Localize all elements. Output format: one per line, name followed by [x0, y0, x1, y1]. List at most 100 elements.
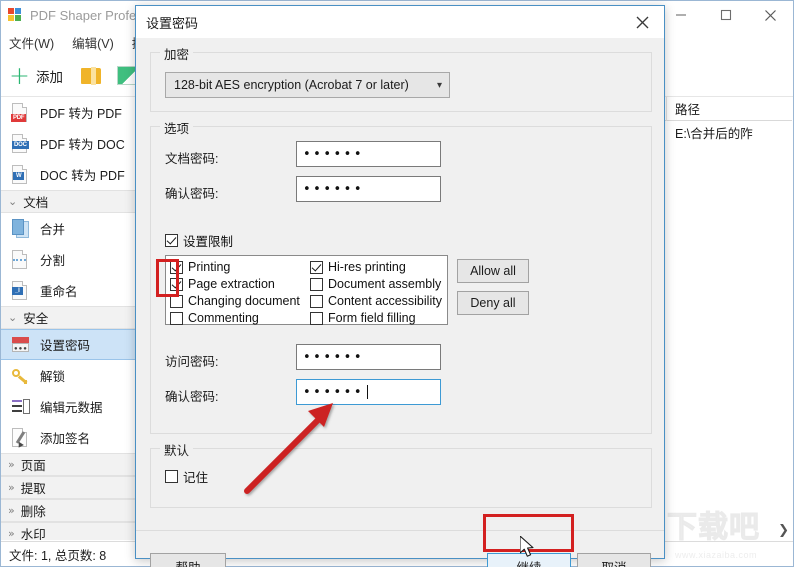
green-doc-icon[interactable] [116, 66, 137, 85]
app-title: PDF Shaper Profe [30, 7, 137, 23]
sidebar-group-label: 提取 [20, 482, 46, 496]
set-restrictions-checkbox[interactable]: 设置限制 [165, 231, 233, 250]
sidebar-item-label: 设置密码 [40, 339, 91, 353]
sidebar-item-label: 编辑元数据 [40, 401, 103, 415]
permission-content-accessibility[interactable]: Content accessibility [310, 294, 442, 308]
remember-checkbox[interactable]: 记住 [165, 467, 208, 486]
text-caret [367, 385, 369, 399]
sidebar-item-unlock[interactable]: 解锁 [1, 360, 140, 391]
sidebar-item-set-password[interactable]: ●●● 设置密码 [1, 329, 140, 360]
continue-button[interactable]: 继续 [487, 553, 571, 567]
checkbox-box [310, 260, 323, 274]
access-confirm-label: 确认密码: [165, 390, 219, 404]
checkbox-box [170, 294, 183, 308]
close-icon[interactable] [748, 1, 793, 29]
sidebar-group-label: 页面 [20, 459, 46, 473]
checkbox-box [310, 277, 323, 291]
sidebar-group-label: 文档 [23, 196, 49, 210]
split-icon [10, 249, 31, 271]
sidebar-group-documents[interactable]: ⌄ 文档 [1, 190, 140, 213]
permission-commenting[interactable]: Commenting [170, 311, 300, 325]
sidebar-item-rename[interactable]: _I 重命名 [1, 275, 140, 306]
permission-label: Document assembly [328, 277, 442, 291]
dialog-title: 设置密码 [146, 15, 199, 31]
sidebar-item-pdf-to-doc[interactable]: DOC PDF 转为 DOC [1, 128, 140, 159]
close-icon[interactable] [620, 6, 664, 38]
defaults-group: 默认 记住 [150, 440, 652, 508]
password-icon: ●●● [10, 334, 31, 356]
chevron-double-right-icon: » [8, 481, 15, 494]
sidebar-item-split[interactable]: 分割 [1, 244, 140, 275]
encryption-select[interactable]: 128-bit AES encryption (Acrobat 7 or lat… [165, 72, 450, 98]
permissions-right-column: Hi-res printing Document assembly Conten… [310, 260, 442, 325]
confirm-password-value: •••••• [303, 181, 365, 197]
scroll-right-icon[interactable]: ❯ [778, 522, 789, 538]
sidebar-item-doc-to-pdf[interactable]: W DOC 转为 PDF [1, 159, 140, 190]
add-button[interactable]: + 添加 [9, 63, 63, 88]
folder-icon[interactable] [80, 66, 103, 85]
checkbox-box [170, 311, 183, 325]
access-password-input[interactable]: •••••• [296, 344, 441, 370]
sidebar-item-add-signature[interactable]: 添加签名 [1, 422, 140, 453]
sidebar-item-label: PDF 转为 PDF [40, 107, 122, 121]
checkbox-box [165, 470, 178, 483]
set-restrictions-label: 设置限制 [183, 235, 234, 249]
menu-edit[interactable]: 编辑(V) [72, 33, 114, 52]
doc-to-pdf-icon: W [10, 164, 31, 186]
deny-all-button[interactable]: Deny all [457, 291, 529, 315]
sidebar-group-watermark[interactable]: » 水印 [1, 522, 140, 540]
help-button[interactable]: 帮助 [150, 553, 226, 567]
checkbox-box [170, 277, 183, 291]
permission-label: Changing document [188, 294, 300, 308]
sidebar-item-edit-metadata[interactable]: 编辑元数据 [1, 391, 140, 422]
permission-label: Content accessibility [328, 294, 442, 308]
access-confirm-value: •••••• [303, 384, 365, 400]
doc-password-input[interactable]: •••••• [296, 141, 441, 167]
footer-separator [136, 530, 664, 531]
chevron-double-right-icon: » [8, 527, 15, 540]
sidebar-group-label: 水印 [20, 528, 46, 540]
confirm-password-input[interactable]: •••••• [296, 176, 441, 202]
dialog-titlebar: 设置密码 [136, 6, 664, 38]
sidebar-group-pages[interactable]: » 页面 [1, 453, 140, 476]
chevron-double-down-icon: ⌄ [8, 311, 18, 324]
maximize-icon[interactable] [703, 1, 748, 29]
sidebar-group-extract[interactable]: » 提取 [1, 476, 140, 499]
doc-password-value: •••••• [303, 146, 365, 162]
app-logo-icon [8, 7, 24, 23]
pdf-to-doc-icon: DOC [10, 133, 31, 155]
window-controls [658, 1, 793, 29]
rename-icon: _I [10, 280, 31, 302]
confirm-password-label: 确认密码: [165, 187, 219, 201]
menu-file[interactable]: 文件(W) [9, 33, 54, 52]
sidebar-group-security[interactable]: ⌄ 安全 [1, 306, 140, 329]
cell-path: E:\合并后的阼 [675, 126, 753, 141]
sidebar-item-label: DOC 转为 PDF [40, 169, 125, 183]
permission-changing-document[interactable]: Changing document [170, 294, 300, 308]
sidebar-item-label: PDF 转为 DOC [40, 138, 125, 152]
remember-label: 记住 [183, 471, 209, 485]
encryption-selected-value: 128-bit AES encryption (Acrobat 7 or lat… [174, 78, 409, 92]
set-password-dialog: 设置密码 加密 128-bit AES encryption (Acrobat … [135, 5, 665, 567]
chevron-double-right-icon: » [8, 504, 15, 517]
sidebar-item-label: 解锁 [40, 370, 66, 384]
access-confirm-input[interactable]: •••••• [296, 379, 441, 405]
permission-document-assembly[interactable]: Document assembly [310, 277, 442, 291]
checkbox-box [310, 294, 323, 308]
status-text: 文件: 1, 总页数: 8 [9, 548, 107, 563]
sidebar-item-pdf-to-pdf[interactable]: PDF PDF 转为 PDF [1, 97, 140, 128]
sidebar-item-merge[interactable]: 合并 [1, 213, 140, 244]
defaults-legend: 默认 [160, 440, 194, 459]
permission-hi-res-printing[interactable]: Hi-res printing [310, 260, 442, 274]
permissions-left-column: Printing Page extraction Changing docume… [170, 260, 300, 325]
permission-page-extraction[interactable]: Page extraction [170, 277, 300, 291]
permission-printing[interactable]: Printing [170, 260, 300, 274]
permission-form-field-filling[interactable]: Form field filling [310, 311, 442, 325]
allow-all-button[interactable]: Allow all [457, 259, 529, 283]
metadata-icon [10, 396, 31, 418]
encryption-legend: 加密 [160, 44, 194, 63]
cancel-button[interactable]: 取消 [577, 553, 651, 567]
column-path[interactable]: 路径 [667, 97, 787, 121]
permission-label: Commenting [188, 311, 259, 325]
sidebar-group-delete[interactable]: » 删除 [1, 499, 140, 522]
